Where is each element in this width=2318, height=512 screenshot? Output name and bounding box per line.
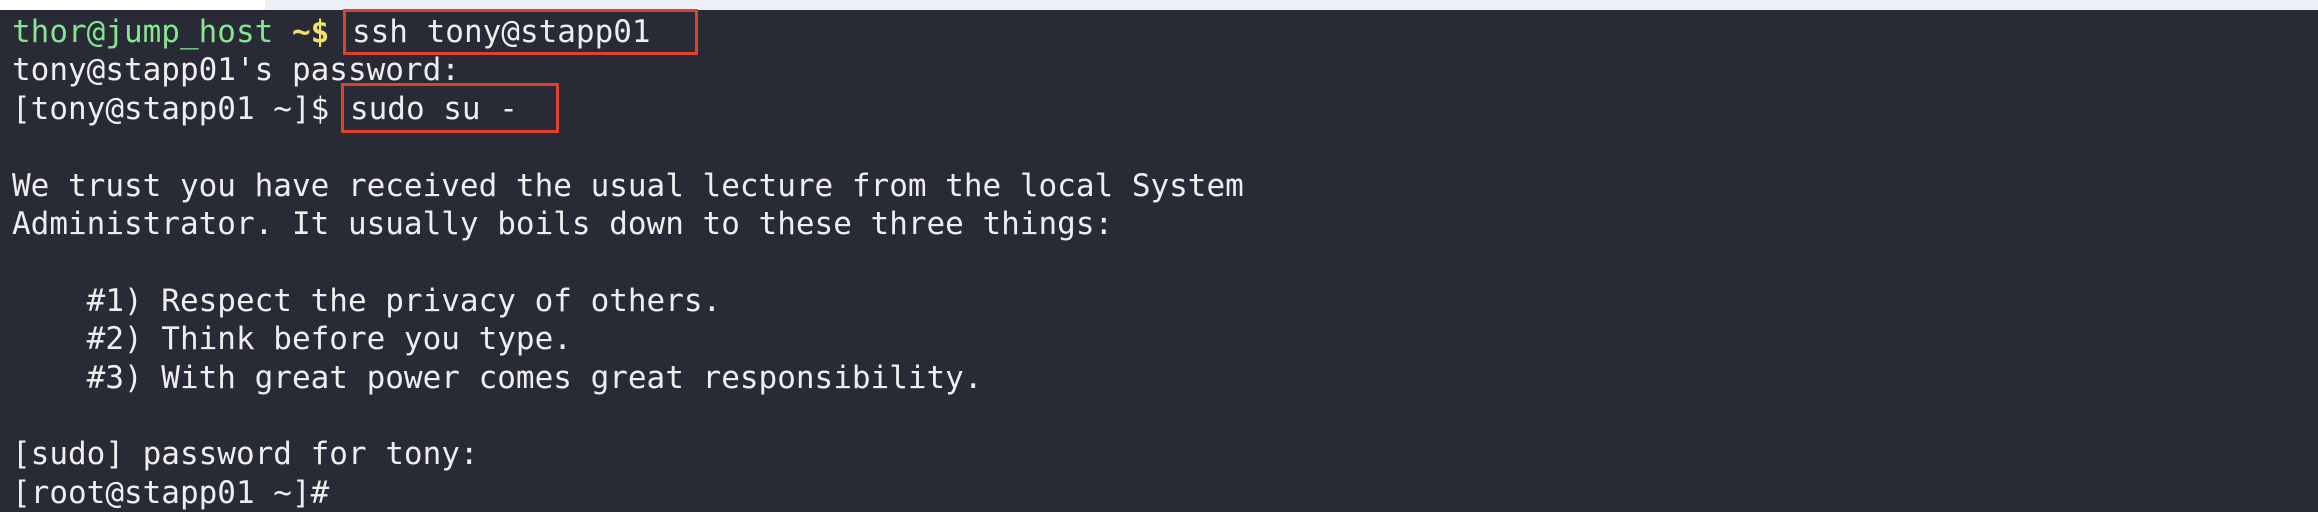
prompt-symbol: ~$ bbox=[273, 14, 330, 50]
terminal-output[interactable]: thor@jump_host ~$ ssh tony@stapp01 tony@… bbox=[12, 9, 2318, 512]
terminal-line: [tony@stapp01 ~]$ sudo su - bbox=[12, 82, 2318, 133]
top-bar-white-section bbox=[0, 0, 265, 10]
prompt-user: thor@jump_host bbox=[12, 14, 274, 50]
terminal-line: Administrator. It usually boils down to … bbox=[12, 205, 1114, 242]
terminal-line: tony@stapp01's password: bbox=[12, 52, 460, 89]
terminal-line: We trust you have received the usual lec… bbox=[12, 167, 1244, 204]
highlighted-command-ssh: ssh tony@stapp01 bbox=[342, 9, 698, 55]
terminal-line: #3) With great power comes great respons… bbox=[12, 359, 983, 396]
prompt: [tony@stapp01 ~]$ bbox=[12, 90, 348, 127]
window-top-bar bbox=[0, 0, 2318, 10]
highlighted-command-sudo: sudo su - bbox=[340, 82, 559, 133]
terminal-line: thor@jump_host ~$ ssh tony@stapp01 bbox=[12, 9, 2318, 55]
terminal-line: [sudo] password for tony: bbox=[12, 436, 479, 473]
terminal-line: #2) Think before you type. bbox=[12, 321, 572, 358]
terminal-line: #1) Respect the privacy of others. bbox=[12, 282, 722, 319]
terminal-line-partial: [root@stapp01 ~]# bbox=[12, 474, 330, 511]
